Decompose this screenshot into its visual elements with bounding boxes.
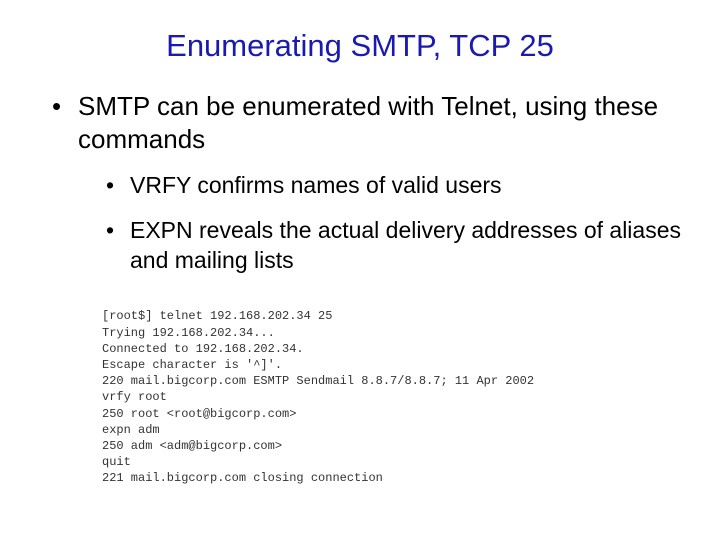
bullet-list-level1: SMTP can be enumerated with Telnet, usin… [30, 90, 690, 276]
slide-title: Enumerating SMTP, TCP 25 [30, 28, 690, 64]
term-line-4: Escape character is '^]'. [102, 358, 282, 372]
bullet-sub2: EXPN reveals the actual delivery address… [102, 216, 690, 276]
term-line-7: 250 root <root@bigcorp.com> [102, 407, 296, 421]
term-line-10: quit [102, 455, 131, 469]
term-line-6: vrfy root [102, 390, 167, 404]
term-line-8: expn adm [102, 423, 160, 437]
bullet-sub1: VRFY confirms names of valid users [102, 171, 690, 201]
term-line-9: 250 adm <adm@bigcorp.com> [102, 439, 282, 453]
term-line-11: 221 mail.bigcorp.com closing connection [102, 471, 383, 485]
terminal-output: [root$] telnet 192.168.202.34 25 Trying … [102, 292, 690, 502]
term-line-1: [root$] telnet 192.168.202.34 25 [102, 309, 332, 323]
term-line-5: 220 mail.bigcorp.com ESMTP Sendmail 8.8.… [102, 374, 534, 388]
term-line-3: Connected to 192.168.202.34. [102, 342, 304, 356]
bullet-main: SMTP can be enumerated with Telnet, usin… [48, 90, 690, 276]
slide-container: Enumerating SMTP, TCP 25 SMTP can be enu… [0, 0, 720, 540]
term-line-2: Trying 192.168.202.34... [102, 326, 275, 340]
bullet-list-level2: VRFY confirms names of valid users EXPN … [78, 171, 690, 277]
bullet-main-text: SMTP can be enumerated with Telnet, usin… [78, 91, 658, 154]
